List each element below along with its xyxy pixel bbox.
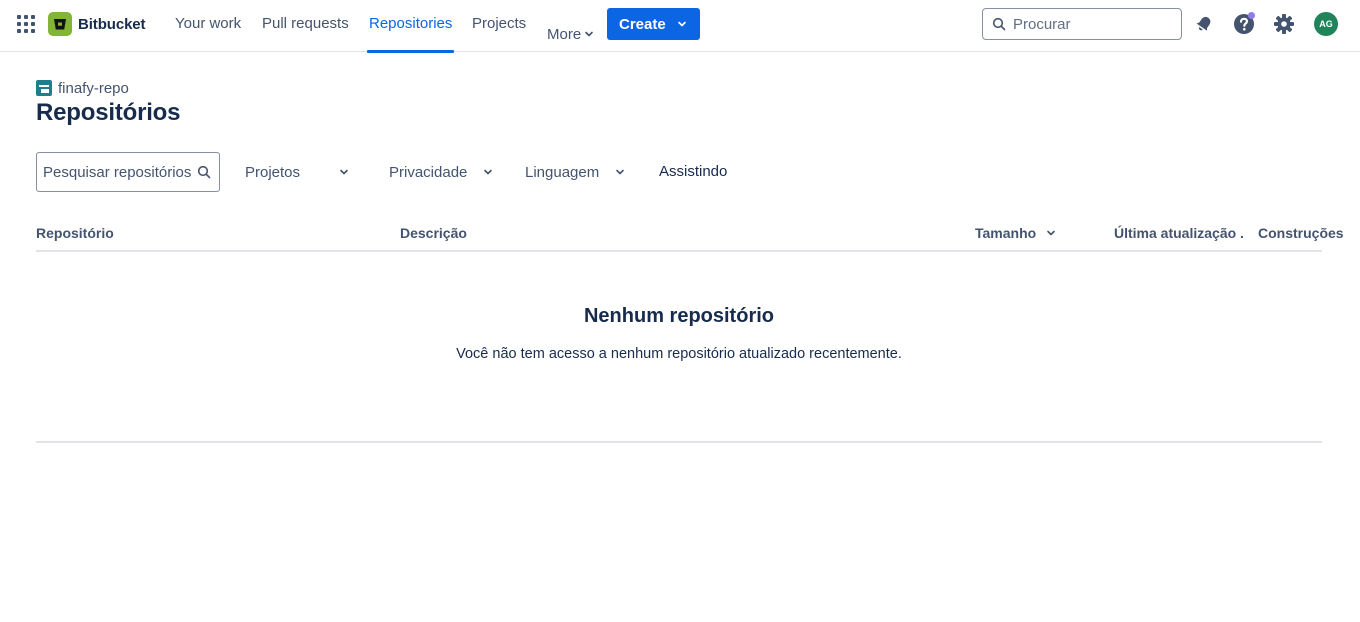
nav-your-work[interactable]: Your work — [175, 0, 241, 52]
chevron-down-icon — [677, 21, 686, 27]
language-filter-label: Linguagem — [525, 163, 600, 181]
empty-state-title: Nenhum repositório — [583, 305, 774, 327]
projects-filter-label: Projetos — [245, 163, 301, 181]
repository-search[interactable] — [36, 152, 220, 192]
nav-more-dropdown[interactable]: More — [547, 0, 594, 52]
notifications-button[interactable] — [1192, 12, 1216, 36]
watching-filter[interactable]: Assistindo — [659, 160, 727, 184]
repository-search-input[interactable] — [43, 163, 193, 181]
repositories-table-header: Repositório Descrição Tamanho Última atu… — [36, 224, 1344, 252]
notifications-icon — [1196, 16, 1211, 31]
sort-chevron-down-icon — [1047, 230, 1056, 236]
language-filter-dropdown[interactable]: Linguagem — [525, 160, 631, 184]
page-title: Repositórios — [36, 99, 181, 126]
settings-icon — [1274, 14, 1294, 34]
column-header-description[interactable]: Descrição — [400, 225, 467, 241]
chevron-down-icon — [484, 169, 492, 175]
table-bottom-divider — [36, 441, 1322, 443]
create-button-label: Create — [619, 15, 666, 33]
global-search[interactable] — [982, 8, 1182, 40]
breadcrumb-workspace[interactable]: finafy-repo — [58, 80, 129, 97]
bitbucket-logo-icon — [48, 12, 72, 36]
workspace-icon — [36, 80, 52, 96]
search-icon — [992, 17, 1006, 31]
column-header-repository[interactable]: Repositório — [36, 225, 114, 241]
top-navigation: Bitbucket Your work Pull requests Reposi… — [0, 0, 1360, 53]
help-button[interactable] — [1232, 12, 1256, 36]
privacy-filter-dropdown[interactable]: Privacidade — [389, 160, 499, 184]
breadcrumb[interactable]: finafy-repo — [36, 80, 129, 97]
user-avatar[interactable]: AG — [1314, 12, 1338, 36]
notification-dot — [1248, 12, 1255, 19]
create-button[interactable]: Create — [607, 8, 700, 40]
chevron-down-icon — [585, 31, 593, 37]
global-search-input[interactable] — [1013, 15, 1173, 33]
app-switcher-grid-icon[interactable] — [17, 15, 35, 33]
nav-pull-requests[interactable]: Pull requests — [262, 0, 349, 52]
nav-projects[interactable]: Projects — [472, 0, 526, 52]
chevron-down-icon — [340, 169, 348, 175]
column-header-builds[interactable]: Construções — [1258, 225, 1344, 241]
column-header-size-label: Tamanho — [975, 225, 1037, 241]
bitbucket-logo[interactable]: Bitbucket — [48, 12, 146, 36]
privacy-filter-label: Privacidade — [389, 163, 468, 181]
nav-repositories[interactable]: Repositories — [366, 0, 455, 53]
column-header-last-updated[interactable]: Última atualização . — [1114, 225, 1244, 241]
column-header-size[interactable]: Tamanho — [975, 225, 1056, 241]
chevron-down-icon — [616, 169, 624, 175]
empty-state-description: Você não tem acesso a nenhum repositório… — [456, 346, 902, 362]
settings-button[interactable] — [1272, 12, 1296, 36]
product-name: Bitbucket — [78, 15, 146, 33]
nav-more-label: More — [547, 25, 582, 43]
projects-filter-dropdown[interactable]: Projetos — [245, 160, 355, 184]
search-icon — [197, 165, 211, 179]
